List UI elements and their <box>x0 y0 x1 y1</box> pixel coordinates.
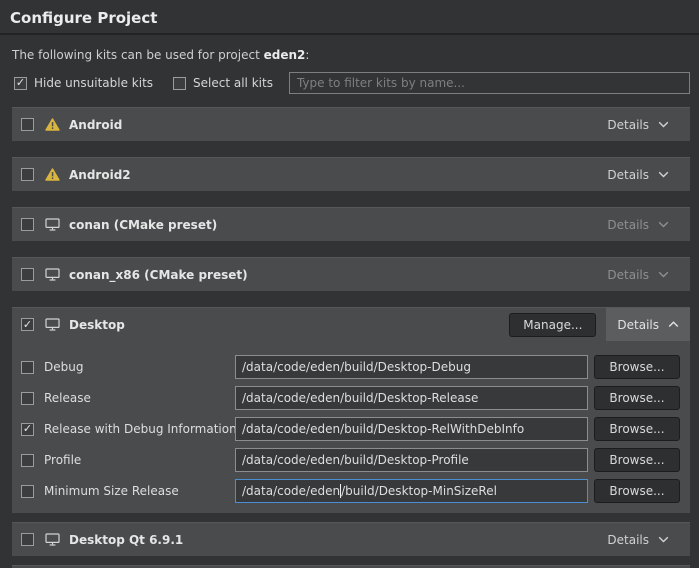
kit-filter-controls: Hide unsuitable kits Select all kits <box>14 72 690 94</box>
browse-button-relwithdebinfo[interactable]: Browse... <box>594 417 680 441</box>
kit-name: conan (CMake preset) <box>69 218 217 232</box>
warning-icon <box>45 168 60 181</box>
build-config-row-profile: Profile /data/code/eden/build/Desktop-Pr… <box>21 448 680 472</box>
config-release-checkbox[interactable] <box>21 392 34 405</box>
build-config-row-release: Release /data/code/eden/build/Desktop-Re… <box>21 386 680 410</box>
chevron-down-icon <box>658 121 669 128</box>
kit-android2-details-button[interactable]: Details <box>596 158 680 191</box>
browse-button-release[interactable]: Browse... <box>594 386 680 410</box>
hide-unsuitable-kits-label: Hide unsuitable kits <box>34 76 153 90</box>
kit-row-conan: conan (CMake preset) Details <box>12 207 690 241</box>
config-label: Minimum Size Release <box>44 484 179 498</box>
hide-unsuitable-kits-checkbox[interactable] <box>14 77 27 90</box>
browse-button-debug[interactable]: Browse... <box>594 355 680 379</box>
config-minsizerel-checkbox[interactable] <box>21 485 34 498</box>
kit-row-android: Android Details <box>12 107 690 141</box>
chevron-down-icon <box>658 171 669 178</box>
intro-prefix: The following kits can be used for proje… <box>12 48 264 62</box>
kit-conan-x86-checkbox[interactable] <box>21 268 34 281</box>
desktop-icon <box>45 268 60 281</box>
kit-name: Android <box>69 118 122 132</box>
intro-text: The following kits can be used for proje… <box>12 48 687 62</box>
kit-name: Desktop <box>69 318 125 332</box>
kit-desktop-checkbox[interactable] <box>21 318 34 331</box>
kit-row-desktop-qt: Desktop Qt 6.9.1 Details <box>12 522 690 556</box>
kit-name: Android2 <box>69 168 131 182</box>
config-profile-checkbox[interactable] <box>21 454 34 467</box>
chevron-down-icon <box>658 536 669 543</box>
kit-row-conan-x86: conan_x86 (CMake preset) Details <box>12 257 690 291</box>
build-config-row-minsizerel: Minimum Size Release /data/code/eden/bui… <box>21 479 680 503</box>
config-label: Release with Debug Information <box>44 422 237 436</box>
chevron-down-icon <box>658 271 669 278</box>
build-config-row-relwithdebinfo: Release with Debug Information /data/cod… <box>21 417 680 441</box>
chevron-up-icon <box>668 321 679 328</box>
kit-name: Desktop Qt 6.9.1 <box>69 533 183 547</box>
build-dir-input-minsizerel[interactable]: /data/code/eden/build/Desktop-MinSizeRel <box>235 479 588 503</box>
kit-desktop-qt-details-button[interactable]: Details <box>596 523 680 556</box>
config-label: Profile <box>44 453 81 467</box>
desktop-icon <box>45 218 60 231</box>
kit-row-android2: Android2 Details <box>12 157 690 191</box>
input-text-before-caret: /data/code/eden <box>242 484 340 498</box>
chevron-down-icon <box>658 221 669 228</box>
kit-name: conan_x86 (CMake preset) <box>69 268 248 282</box>
kit-conan-x86-details-button[interactable]: Details <box>596 258 680 291</box>
kit-conan-details-button[interactable]: Details <box>596 208 680 241</box>
kit-filter-input[interactable] <box>289 72 690 94</box>
page-title: Configure Project <box>0 0 699 35</box>
kit-conan-checkbox[interactable] <box>21 218 34 231</box>
desktop-icon <box>45 318 60 331</box>
warning-icon <box>45 118 60 131</box>
project-name: eden2 <box>264 48 306 62</box>
config-relwithdebinfo-checkbox[interactable] <box>21 423 34 436</box>
kit-android-checkbox[interactable] <box>21 118 34 131</box>
kit-android-details-button[interactable]: Details <box>596 108 680 141</box>
manage-kits-button[interactable]: Manage... <box>509 313 596 337</box>
hide-unsuitable-kits-group: Hide unsuitable kits <box>14 76 153 90</box>
browse-button-profile[interactable]: Browse... <box>594 448 680 472</box>
build-dir-input-release[interactable]: /data/code/eden/build/Desktop-Release <box>235 386 588 410</box>
config-debug-checkbox[interactable] <box>21 361 34 374</box>
build-dir-input-debug[interactable]: /data/code/eden/build/Desktop-Debug <box>235 355 588 379</box>
select-all-kits-checkbox[interactable] <box>173 77 186 90</box>
build-dir-input-profile[interactable]: /data/code/eden/build/Desktop-Profile <box>235 448 588 472</box>
intro-suffix: : <box>305 48 309 62</box>
kit-android2-checkbox[interactable] <box>21 168 34 181</box>
kit-desktop-details-button[interactable]: Details <box>606 308 690 341</box>
config-label: Release <box>44 391 91 405</box>
browse-button-minsizerel[interactable]: Browse... <box>594 479 680 503</box>
kit-row-desktop-expanded: Desktop Manage... Details Debug /data/co… <box>12 307 690 513</box>
input-text-after-caret: /build/Desktop-MinSizeRel <box>341 484 497 498</box>
kit-desktop-qt-checkbox[interactable] <box>21 533 34 546</box>
desktop-icon <box>45 533 60 546</box>
build-config-row-debug: Debug /data/code/eden/build/Desktop-Debu… <box>21 355 680 379</box>
select-all-kits-group: Select all kits <box>173 76 273 90</box>
config-label: Debug <box>44 360 83 374</box>
select-all-kits-label: Select all kits <box>193 76 273 90</box>
build-dir-input-relwithdebinfo[interactable]: /data/code/eden/build/Desktop-RelWithDeb… <box>235 417 588 441</box>
